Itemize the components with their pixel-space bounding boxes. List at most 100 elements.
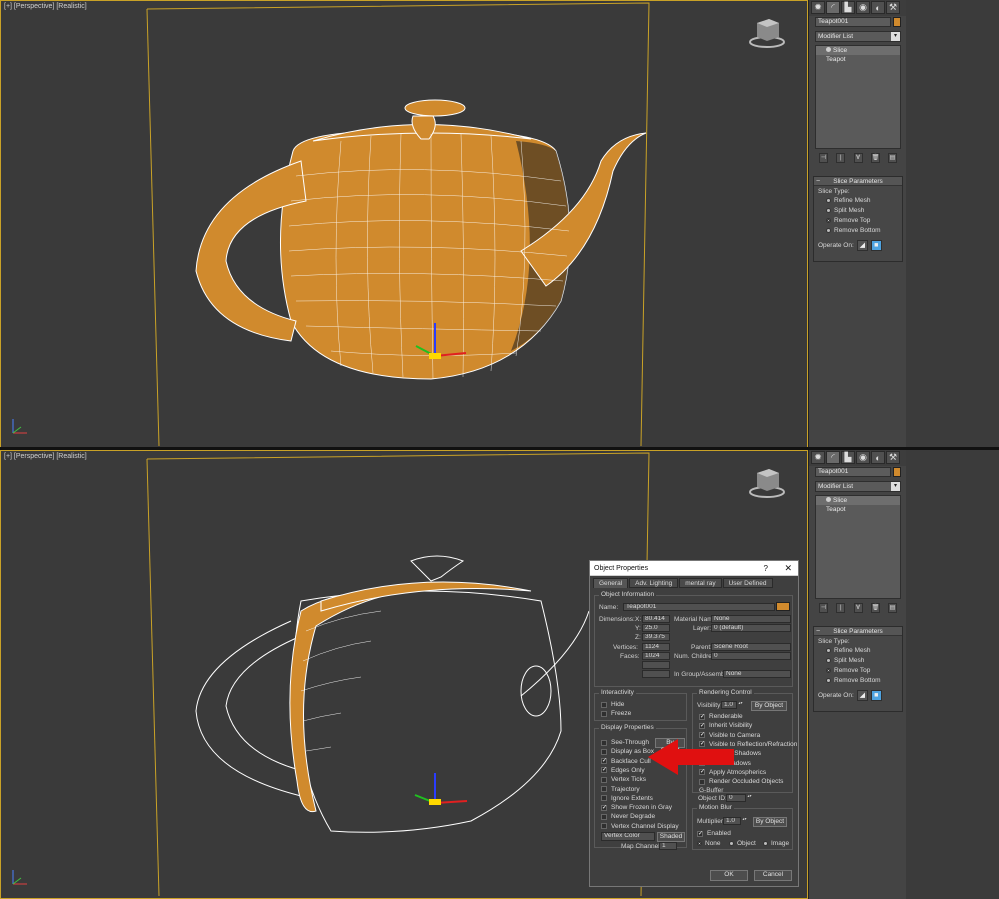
radio-remove-top[interactable]: Remove Top [814,665,902,675]
rollout-header[interactable]: − Slice Parameters [814,627,902,636]
name-field[interactable]: Teapot001 [623,603,775,611]
map-channel-field[interactable]: 1 [659,842,677,850]
utilities-tab-icon[interactable]: ⚒ [886,1,900,14]
pin-stack-icon[interactable]: ⊣ [819,153,828,163]
radio-refine-mesh[interactable]: Refine Mesh [814,645,902,655]
vertex-color-dropdown[interactable]: Vertex Color [601,832,655,841]
display-as-box-checkbox[interactable]: Display as Box [601,747,654,756]
render-occluded-objects-checkbox[interactable]: Render Occluded Objects [699,777,783,786]
checkbox[interactable] [601,710,607,717]
radio-button[interactable] [826,217,831,223]
object-color-swatch[interactable] [893,17,901,27]
make-unique-icon[interactable]: ∀ [853,603,863,613]
edges-only-checkbox[interactable]: ✓ Edges Only [601,766,645,775]
rollout-header[interactable]: − Slice Parameters [814,177,902,186]
checkbox[interactable]: ✓ [699,732,705,739]
create-tab-icon[interactable]: ✹ [811,451,825,464]
checkbox[interactable] [699,778,705,785]
shaded-button[interactable]: Shaded [657,832,685,842]
checkbox[interactable] [601,748,607,755]
multiplier-field[interactable]: 1.0 [723,817,741,825]
radio-refine-mesh[interactable]: Refine Mesh [814,195,902,205]
lightbulb-icon[interactable] [826,497,831,502]
radio-button[interactable] [826,677,831,683]
ignore-extents-checkbox[interactable]: Ignore Extents [601,794,653,803]
checkbox[interactable] [601,739,607,746]
radio-remove-top[interactable]: Remove Top [814,215,902,225]
radio-button[interactable] [826,227,831,233]
show-end-result-icon[interactable]: | [836,153,846,163]
inherit-visibility-checkbox[interactable]: ✓ Inherit Visibility [699,721,752,730]
operate-on-face-icon[interactable]: ◢ [856,239,868,251]
motion-tab-icon[interactable]: ◉ [856,451,870,464]
remove-modifier-icon[interactable]: 🗑 [870,603,880,613]
radio-button[interactable] [826,647,831,653]
checkbox[interactable]: ✓ [601,758,607,765]
modifier-list-dropdown[interactable]: Modifier List ▾ [815,31,901,42]
operate-on-poly-icon[interactable]: ■ [870,689,882,701]
close-icon[interactable]: ✕ [784,561,792,576]
checkbox[interactable]: ✓ [601,804,607,811]
remove-modifier-icon[interactable]: 🗑 [870,153,880,163]
tab-user-defined[interactable]: User Defined [722,578,773,588]
vertex-ticks-checkbox[interactable]: Vertex Ticks [601,775,646,784]
radio-button[interactable] [697,841,702,846]
radio-button[interactable] [826,667,831,673]
radio-button[interactable] [826,207,831,213]
checkbox[interactable] [601,795,607,802]
hide-checkbox[interactable]: Hide [601,700,624,709]
display-tab-icon[interactable]: ◐ [871,451,885,464]
checkbox[interactable] [601,786,607,792]
radio-remove-bottom[interactable]: Remove Bottom [814,675,902,685]
radio-split-mesh[interactable]: Split Mesh [814,655,902,665]
never-degrade-checkbox[interactable]: Never Degrade [601,812,655,821]
modify-tab-icon[interactable]: ◜ [826,451,840,464]
configure-sets-icon[interactable]: ▤ [888,153,897,163]
teapot-mesh[interactable] [195,99,647,380]
perspective-viewport[interactable]: [+] [Perspective] [Realistic] [0,450,808,899]
modify-tab-icon[interactable]: ◜ [826,1,840,14]
tab-general[interactable]: General [593,578,629,588]
viewcube-icon[interactable] [747,465,787,499]
hierarchy-tab-icon[interactable]: ▙ [841,451,855,464]
radio-button[interactable] [826,197,831,203]
object-color-swatch[interactable] [893,467,901,477]
cancel-button[interactable]: Cancel [754,870,792,881]
show-frozen-in-gray-checkbox[interactable]: ✓ Show Frozen in Gray [601,803,672,812]
backface-cull-checkbox[interactable]: ✓ Backface Cull [601,757,651,766]
radio-button[interactable] [826,657,831,663]
visibility-field[interactable]: 1.0 [721,701,737,709]
enabled-checkbox[interactable]: ✓ Enabled [697,829,731,838]
pin-stack-icon[interactable]: ⊣ [819,603,828,613]
checkbox[interactable] [601,701,607,708]
by-object-button[interactable]: By Object [751,701,787,711]
checkbox[interactable]: ✓ [697,830,703,837]
help-button[interactable]: ? [764,561,768,576]
radio-button[interactable] [729,841,734,846]
renderable-checkbox[interactable]: ✓ Renderable [699,712,743,721]
spinner-icon[interactable]: ▴▾ [742,817,747,825]
operate-on-face-icon[interactable]: ◢ [856,689,868,701]
stack-item-slice[interactable]: Slice [816,46,900,55]
object-name-field[interactable]: Teapot001 [815,17,891,27]
ok-button[interactable]: OK [710,870,748,881]
trajectory-checkbox[interactable]: Trajectory [601,785,640,794]
spinner-icon[interactable]: ▴▾ [747,794,752,802]
motion-tab-icon[interactable]: ◉ [856,1,870,14]
stack-item-slice[interactable]: Slice [816,496,900,505]
checkbox[interactable]: ✓ [699,722,705,729]
radio-image[interactable]: Image [763,839,789,848]
hierarchy-tab-icon[interactable]: ▙ [841,1,855,14]
object-name-field[interactable]: Teapot001 [815,467,891,477]
checkbox[interactable] [601,823,607,830]
tab-mental-ray[interactable]: mental ray [679,578,722,588]
radio-split-mesh[interactable]: Split Mesh [814,205,902,215]
vertex-channel-display-checkbox[interactable]: Vertex Channel Display [601,822,679,831]
stack-item-teapot[interactable]: Teapot [816,505,900,514]
utilities-tab-icon[interactable]: ⚒ [886,451,900,464]
radio-object[interactable]: Object [729,839,756,848]
by-object-button[interactable]: By Object [753,817,787,827]
make-unique-icon[interactable]: ∀ [853,153,863,163]
tab-adv-lighting[interactable]: Adv. Lighting [629,578,679,588]
see-through-checkbox[interactable]: See-Through [601,738,649,747]
